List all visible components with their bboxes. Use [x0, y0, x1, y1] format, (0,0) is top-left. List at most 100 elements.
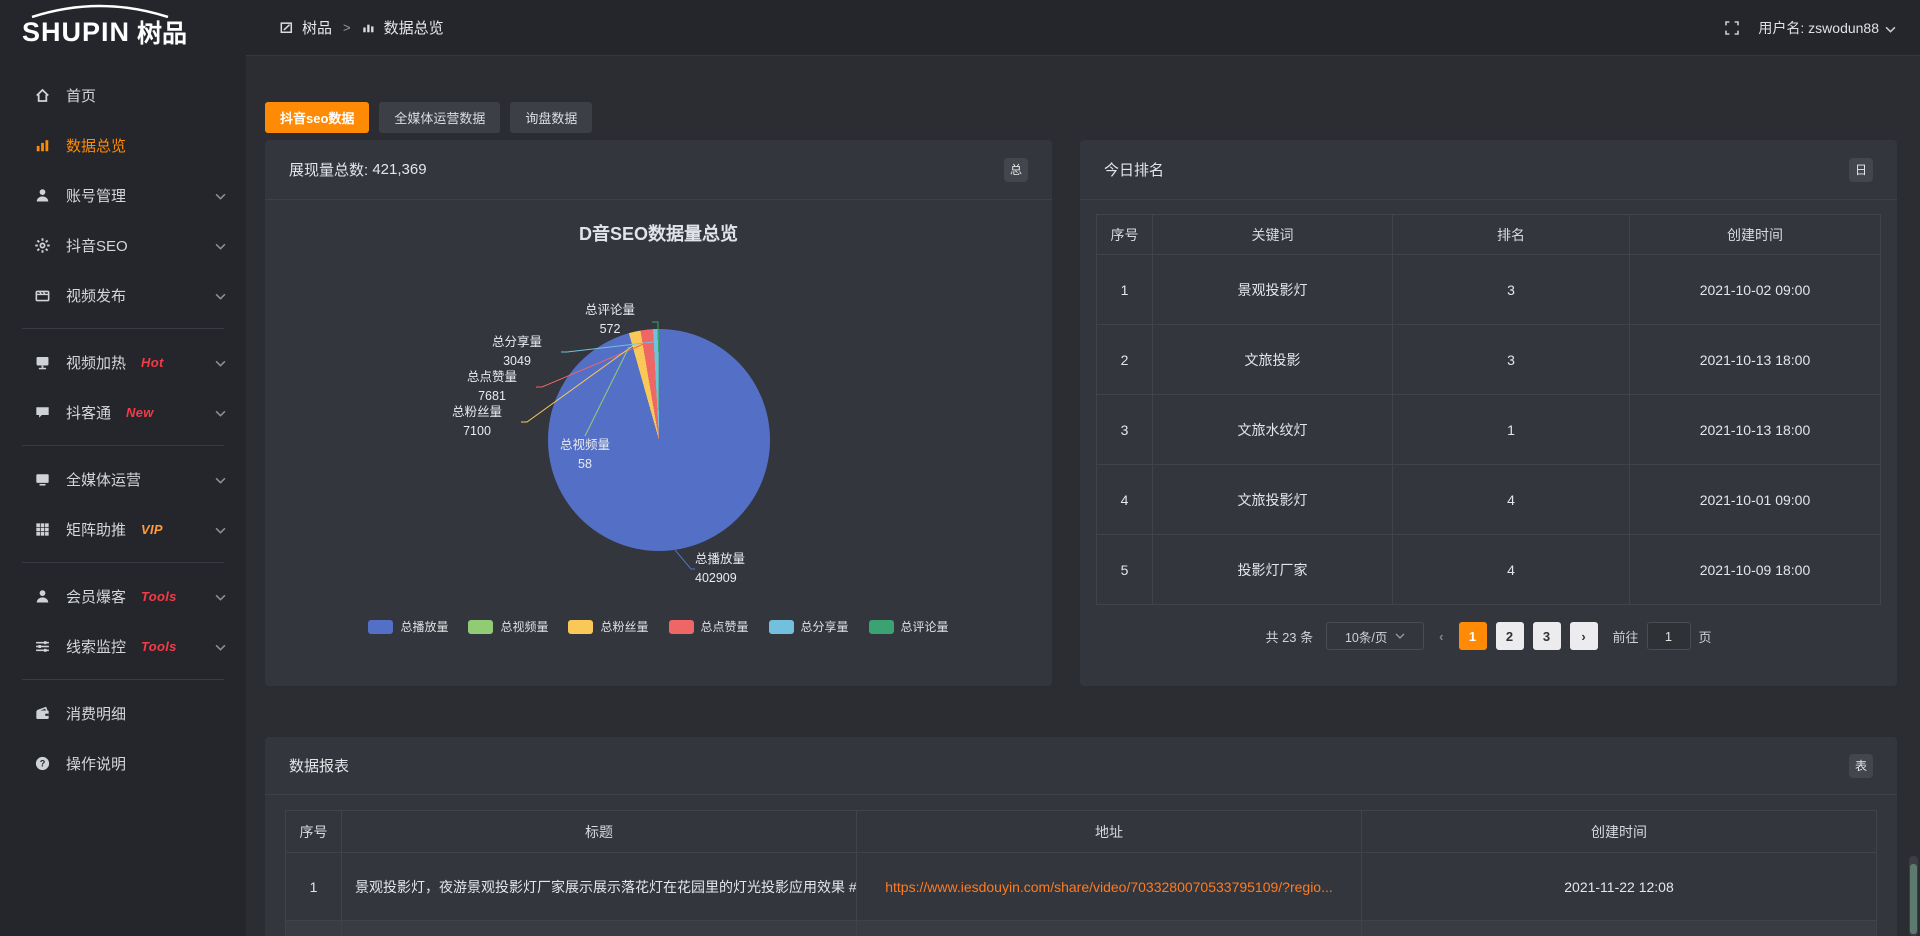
legend-item-fans[interactable]: 总粉丝量: [568, 618, 648, 635]
col-title: 标题: [342, 811, 857, 853]
report-video-link[interactable]: https://www.iesdouyin.com/share/video/70…: [857, 853, 1362, 921]
report-panel: 数据报表 表 序号 标题 地址 创建时间: [265, 737, 1897, 936]
page-button-3[interactable]: 3: [1533, 622, 1561, 650]
col-url: 地址: [857, 811, 1362, 853]
breadcrumb-separator: >: [343, 20, 351, 35]
sidebar-item-home[interactable]: 首页: [0, 70, 246, 120]
tab-douyin-seo-data[interactable]: 抖音seo数据: [265, 102, 369, 133]
ranking-panel-header: 今日排名 日: [1080, 140, 1897, 200]
sidebar-item-matrix-boost[interactable]: 矩阵助推 VIP: [0, 504, 246, 554]
col-keyword: 关键词: [1153, 215, 1393, 255]
sidebar-item-label: 视频发布: [66, 285, 126, 306]
legend-swatch: [769, 620, 794, 634]
monitor-icon: [33, 470, 51, 488]
total-view-badge[interactable]: 总: [1004, 158, 1028, 182]
sidebar-item-instructions[interactable]: ? 操作说明: [0, 738, 246, 788]
report-panel-header: 数据报表 表: [265, 737, 1897, 795]
table-view-badge[interactable]: 表: [1849, 754, 1873, 778]
sidebar-item-douyin-seo[interactable]: 抖音SEO: [0, 220, 246, 270]
sidebar-item-label: 抖音SEO: [66, 235, 128, 256]
page-button-2[interactable]: 2: [1496, 622, 1524, 650]
chart-title: D音SEO数据量总览: [265, 220, 1052, 246]
table-row[interactable]: 4文旅投影灯42021-10-01 09:00: [1097, 465, 1881, 535]
sidebar-item-label: 会员爆客: [66, 586, 126, 607]
chevron-down-icon: [1395, 633, 1405, 639]
user-icon: [33, 587, 51, 605]
sidebar-item-video-publish[interactable]: 视频发布: [0, 270, 246, 320]
sidebar-item-data-overview[interactable]: 数据总览: [0, 120, 246, 170]
pie-label-plays: 总播放量 402909: [695, 550, 745, 588]
sidebar-item-label: 消费明细: [66, 703, 126, 724]
sidebar-item-doukertong[interactable]: 抖客通 New: [0, 387, 246, 437]
col-no: 序号: [286, 811, 342, 853]
sidebar-item-clue-monitor[interactable]: 线索监控 Tools: [0, 621, 246, 671]
chevron-down-icon: [215, 354, 226, 371]
logo-arc: [24, 4, 176, 18]
breadcrumb-item-root[interactable]: 树品: [302, 17, 332, 38]
top-panels-row: 展现量总数: 421,369 总 D音SEO数据量总览: [265, 140, 1897, 686]
sidebar-item-video-heat[interactable]: 视频加热 Hot: [0, 337, 246, 387]
logo-latin-text: SHUPIN: [22, 17, 130, 48]
legend-item-videos[interactable]: 总视频量: [468, 618, 548, 635]
pie-label-videos: 总视频量 58: [550, 436, 620, 474]
goto-page-input[interactable]: [1647, 622, 1691, 650]
impressions-total-label: 展现量总数:: [289, 159, 368, 180]
user-icon: [33, 186, 51, 204]
user-menu[interactable]: 用户名: zswodun88: [1758, 18, 1896, 38]
bar-chart-icon: [362, 21, 375, 34]
legend-swatch: [669, 620, 694, 634]
wallet-icon: [33, 704, 51, 722]
question-circle-icon: ?: [33, 754, 51, 772]
table-row[interactable]: 5投影灯厂家42021-10-09 18:00: [1097, 535, 1881, 605]
sidebar-item-label: 全媒体运营: [66, 469, 141, 490]
legend-swatch: [568, 620, 593, 634]
table-row[interactable]: 3文旅水纹灯12021-10-13 18:00: [1097, 395, 1881, 465]
chat-bubble-icon: [33, 403, 51, 421]
legend-swatch: [368, 620, 393, 634]
table-row[interactable]: 1景观投影灯32021-10-02 09:00: [1097, 255, 1881, 325]
pagination: 共 23 条 10条/页 ‹ 1 2 3 › 前往 页: [1080, 622, 1897, 650]
data-tabs: 抖音seo数据 全媒体运营数据 询盘数据: [265, 102, 1897, 133]
table-row[interactable]: 1 景观投影灯，夜游景观投影灯厂家展示展示落花灯在花园里的灯光投影应用效果 # …: [286, 853, 1877, 921]
main-content: 抖音seo数据 全媒体运营数据 询盘数据 展现量总数: 421,369 总 D音…: [246, 56, 1920, 936]
chevron-down-icon: [215, 237, 226, 254]
prev-page-button[interactable]: ‹: [1433, 629, 1449, 644]
clapperboard-icon: [33, 286, 51, 304]
next-page-button[interactable]: ›: [1570, 622, 1598, 650]
bar-chart-icon: [33, 136, 51, 154]
legend-item-comments[interactable]: 总评论量: [869, 618, 949, 635]
chevron-down-icon: [215, 588, 226, 605]
sidebar-item-member-baoke[interactable]: 会员爆客 Tools: [0, 571, 246, 621]
sidebar-item-label: 线索监控: [66, 636, 126, 657]
topbar: 树品 > 数据总览 用户名: zswodun88: [246, 0, 1920, 56]
table-row[interactable]: [286, 921, 1877, 936]
edit-square-icon: [280, 21, 293, 34]
home-icon: [33, 86, 51, 104]
legend-item-plays[interactable]: 总播放量: [368, 618, 448, 635]
report-table: 序号 标题 地址 创建时间 1 景观投影灯，夜游景观投影灯厂家展示展示落花灯在花…: [285, 810, 1877, 936]
page-button-1[interactable]: 1: [1459, 622, 1487, 650]
table-row[interactable]: 2文旅投影32021-10-13 18:00: [1097, 325, 1881, 395]
scrollbar-thumb[interactable]: [1910, 864, 1917, 934]
chevron-down-icon: [215, 521, 226, 538]
sidebar-divider: [22, 328, 224, 329]
pie-label-comments: 总评论量 572: [570, 301, 650, 339]
legend-item-shares[interactable]: 总分享量: [769, 618, 849, 635]
sidebar-item-consumption-detail[interactable]: 消费明细: [0, 688, 246, 738]
chevron-down-icon: [215, 638, 226, 655]
tab-media-operation-data[interactable]: 全媒体运营数据: [379, 102, 500, 133]
page-size-select[interactable]: 10条/页: [1326, 622, 1424, 650]
user-label: 用户名: zswodun88: [1758, 18, 1879, 38]
sidebar-item-account[interactable]: 账号管理: [0, 170, 246, 220]
new-badge: New: [126, 405, 154, 420]
svg-text:?: ?: [39, 758, 45, 768]
table-header-row: 序号 标题 地址 创建时间: [286, 811, 1877, 853]
daily-view-badge[interactable]: 日: [1849, 158, 1873, 182]
tab-inquiry-data[interactable]: 询盘数据: [510, 102, 592, 133]
ranking-table: 序号 关键词 排名 创建时间 1景观投影灯32021-10-02 09:00: [1096, 214, 1881, 605]
table-header-row: 序号 关键词 排名 创建时间: [1097, 215, 1881, 255]
sidebar-item-media-operation[interactable]: 全媒体运营: [0, 454, 246, 504]
fullscreen-icon[interactable]: [1724, 20, 1740, 36]
legend-item-likes[interactable]: 总点赞量: [669, 618, 749, 635]
sidebar-item-label: 数据总览: [66, 135, 126, 156]
